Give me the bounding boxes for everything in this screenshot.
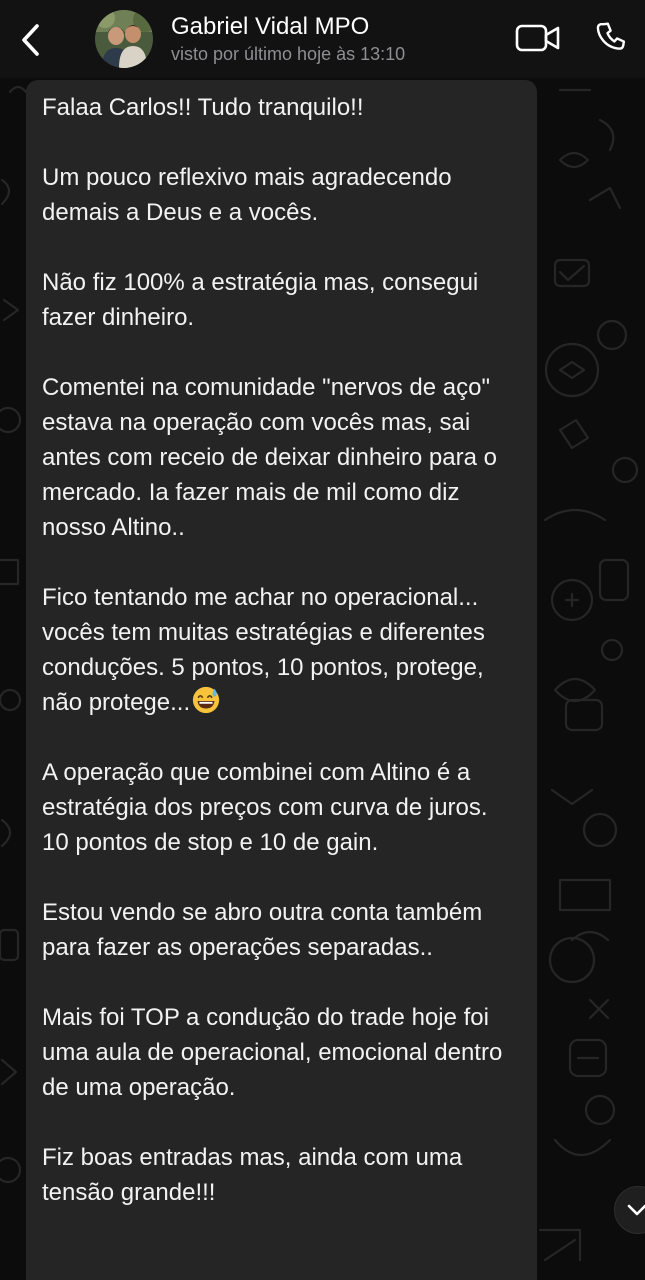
- last-seen-status: visto por último hoje às 13:10: [171, 44, 406, 64]
- message-paragraph: Fiz boas entradas mas, ainda com uma ten…: [42, 1144, 463, 1206]
- voice-call-button[interactable]: [592, 18, 632, 58]
- grinning-sweat-emoji: [193, 686, 220, 714]
- message-paragraph: Mais foi TOP a condução do trade hoje fo…: [42, 1004, 503, 1101]
- chevron-down-icon: [627, 1204, 645, 1216]
- contact-info[interactable]: Gabriel Vidal MPO visto por último hoje …: [171, 12, 405, 65]
- message-paragraph: A operação que combinei com Altino é a e…: [42, 759, 488, 856]
- message-paragraph: Não fiz 100% a estratégia mas, consegui …: [42, 269, 479, 331]
- chat-header: Gabriel Vidal MPO visto por último hoje …: [0, 0, 645, 78]
- message-paragraph: Comentei na comunidade "nervos de aço" e…: [42, 374, 497, 541]
- contact-photo: [95, 10, 153, 68]
- phone-icon: [596, 22, 626, 50]
- message-paragraph: Falaa Carlos!! Tudo tranquilo!!: [42, 94, 364, 121]
- message-text: Fico tentando me achar no operacional...…: [42, 584, 485, 716]
- message-paragraph-with-emoji: Fico tentando me achar no operacional...…: [42, 580, 519, 720]
- video-call-button[interactable]: [514, 20, 562, 56]
- message-bubble[interactable]: Falaa Carlos!! Tudo tranquilo!! Um pouco…: [26, 80, 537, 1280]
- back-button[interactable]: [14, 18, 48, 62]
- chat-screen: Gabriel Vidal MPO visto por último hoje …: [0, 0, 645, 1280]
- contact-name: Gabriel Vidal MPO: [171, 13, 370, 40]
- message-paragraph: Estou vendo se abro outra conta também p…: [42, 899, 483, 961]
- avatar[interactable]: [95, 10, 153, 68]
- message-paragraph: Um pouco reflexivo mais agradecendo dema…: [42, 164, 452, 226]
- video-camera-icon: [515, 24, 560, 52]
- chevron-left-icon: [22, 24, 39, 56]
